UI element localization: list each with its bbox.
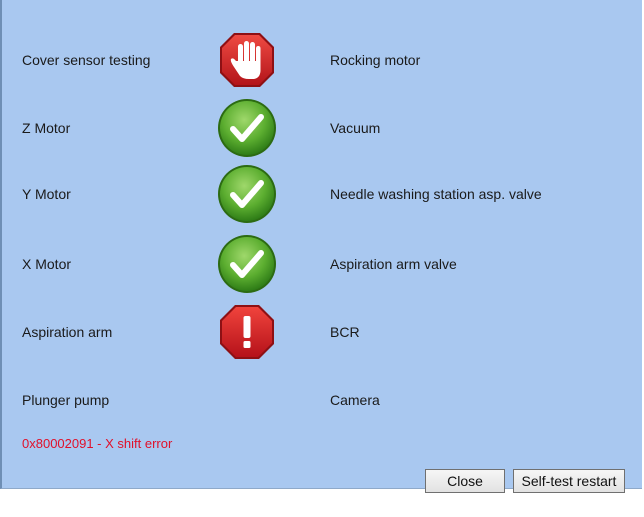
test-row: Cover sensor testing Rocking motor [2, 30, 642, 90]
check-icon [216, 233, 278, 295]
check-icon [216, 163, 278, 225]
test-label-left: Z Motor [22, 120, 71, 136]
test-row: Plunger pump Camera [2, 370, 642, 430]
error-message: 0x80002091 - X shift error [22, 436, 173, 451]
test-label-right: BCR [330, 324, 360, 340]
test-label-right: Camera [330, 392, 380, 408]
test-row: Y Motor Needle washing station asp. valv… [2, 164, 642, 224]
check-icon [216, 97, 278, 159]
test-label-left: Cover sensor testing [22, 52, 151, 68]
test-label-left: Plunger pump [22, 392, 110, 408]
test-row: Aspiration arm BCR [2, 302, 642, 362]
self-test-window: Cover sensor testing Rocking motor Z Mot… [0, 0, 642, 493]
test-label-left: X Motor [22, 256, 72, 272]
test-label-right: Aspiration arm valve [330, 256, 457, 272]
test-label-left: Aspiration arm [22, 324, 113, 340]
error-octagon-icon [216, 301, 278, 363]
test-row: Z Motor Vacuum [2, 98, 642, 158]
self-test-restart-button[interactable]: Self-test restart [513, 469, 625, 493]
close-button[interactable]: Close [425, 469, 505, 493]
test-row: X Motor Aspiration arm valve [2, 234, 642, 294]
test-label-right: Vacuum [330, 120, 381, 136]
stop-hand-icon [216, 29, 278, 91]
test-label-right: Needle washing station asp. valve [330, 186, 542, 202]
test-label-left: Y Motor [22, 186, 71, 202]
test-label-right: Rocking motor [330, 52, 421, 68]
